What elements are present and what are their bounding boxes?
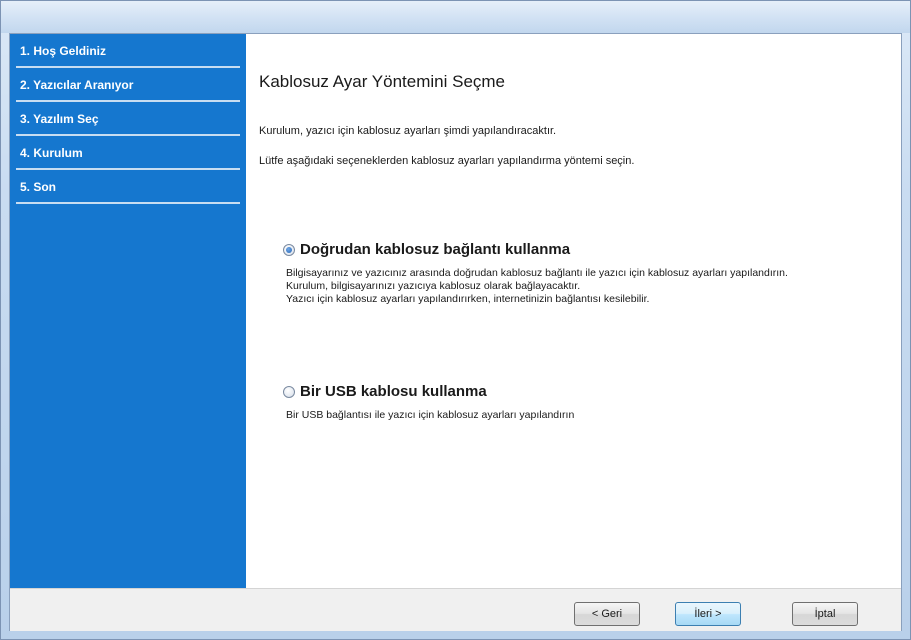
intro-text-2: Lütfe aşağıdaki seçeneklerden kablosuz a… bbox=[259, 155, 635, 167]
main-panel: Kablosuz Ayar Yöntemini Seçme Kurulum, y… bbox=[246, 34, 901, 588]
option-usb-cable-desc-line-1: Bir USB bağlantısı ile yazıcı için kablo… bbox=[286, 409, 575, 421]
installer-window: 1. Hoş Geldiniz 2. Yazıcılar Aranıyor 3.… bbox=[0, 0, 911, 640]
step-welcome: 1. Hoş Geldiniz bbox=[16, 34, 240, 68]
option-usb-cable-label[interactable]: Bir USB kablosu kullanma bbox=[300, 383, 487, 400]
next-button[interactable]: İleri > bbox=[675, 602, 741, 626]
step-searching-printers: 2. Yazıcılar Aranıyor bbox=[16, 68, 240, 102]
radio-selected-icon[interactable] bbox=[283, 243, 295, 256]
title-bar[interactable] bbox=[1, 1, 910, 33]
content-frame: 1. Hoş Geldiniz 2. Yazıcılar Aranıyor 3.… bbox=[9, 33, 902, 631]
step-select-software: 3. Yazılım Seç bbox=[16, 102, 240, 136]
option-direct-wireless-desc-line-1: Bilgisayarınız ve yazıcınız arasında doğ… bbox=[286, 267, 788, 279]
option-usb-cable-description: Bir USB bağlantısı ile yazıcı için kablo… bbox=[286, 409, 574, 422]
option-direct-wireless: Doğrudan kablosuz bağlantı kullanma Bilg… bbox=[283, 241, 788, 306]
option-direct-wireless-radio-row[interactable]: Doğrudan kablosuz bağlantı kullanma bbox=[283, 241, 788, 258]
intro-text-1: Kurulum, yazıcı için kablosuz ayarları ş… bbox=[259, 125, 557, 137]
option-direct-wireless-label[interactable]: Doğrudan kablosuz bağlantı kullanma bbox=[300, 241, 570, 258]
step-finish: 5. Son bbox=[16, 170, 240, 204]
button-bar: < Geri İleri > İptal bbox=[10, 588, 901, 631]
cancel-button[interactable]: İptal bbox=[792, 602, 858, 626]
step-installation: 4. Kurulum bbox=[16, 136, 240, 170]
steps-sidebar: 1. Hoş Geldiniz 2. Yazıcılar Aranıyor 3.… bbox=[10, 34, 246, 588]
back-button[interactable]: < Geri bbox=[574, 602, 640, 626]
radio-unselected-icon[interactable] bbox=[283, 385, 295, 398]
option-direct-wireless-description: Bilgisayarınız ve yazıcınız arasında doğ… bbox=[286, 267, 788, 306]
option-direct-wireless-desc-line-3: Yazıcı için kablosuz ayarları yapılandır… bbox=[286, 293, 650, 305]
option-direct-wireless-desc-line-2: Kurulum, bilgisayarınızı yazıcıya kablos… bbox=[286, 280, 581, 292]
page-title: Kablosuz Ayar Yöntemini Seçme bbox=[259, 72, 506, 91]
option-usb-cable: Bir USB kablosu kullanma Bir USB bağlant… bbox=[283, 383, 574, 422]
option-usb-cable-radio-row[interactable]: Bir USB kablosu kullanma bbox=[283, 383, 574, 400]
